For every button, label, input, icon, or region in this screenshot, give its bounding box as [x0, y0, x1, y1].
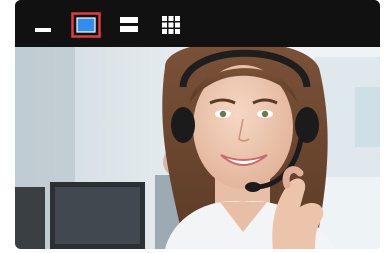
- video-call-window: [15, 0, 380, 249]
- minimize-button[interactable]: [27, 9, 59, 41]
- two-row-view-button[interactable]: [113, 9, 145, 41]
- single-view-button[interactable]: [70, 9, 102, 41]
- video-feed: [15, 47, 380, 249]
- support-agent-image: [15, 47, 380, 249]
- two-row-layout-icon: [120, 17, 138, 32]
- single-view-icon: [71, 12, 101, 38]
- grid-layout-icon: [162, 16, 180, 34]
- minimize-icon: [35, 28, 51, 32]
- layout-toolbar: [15, 0, 380, 47]
- grid-view-button[interactable]: [155, 9, 187, 41]
